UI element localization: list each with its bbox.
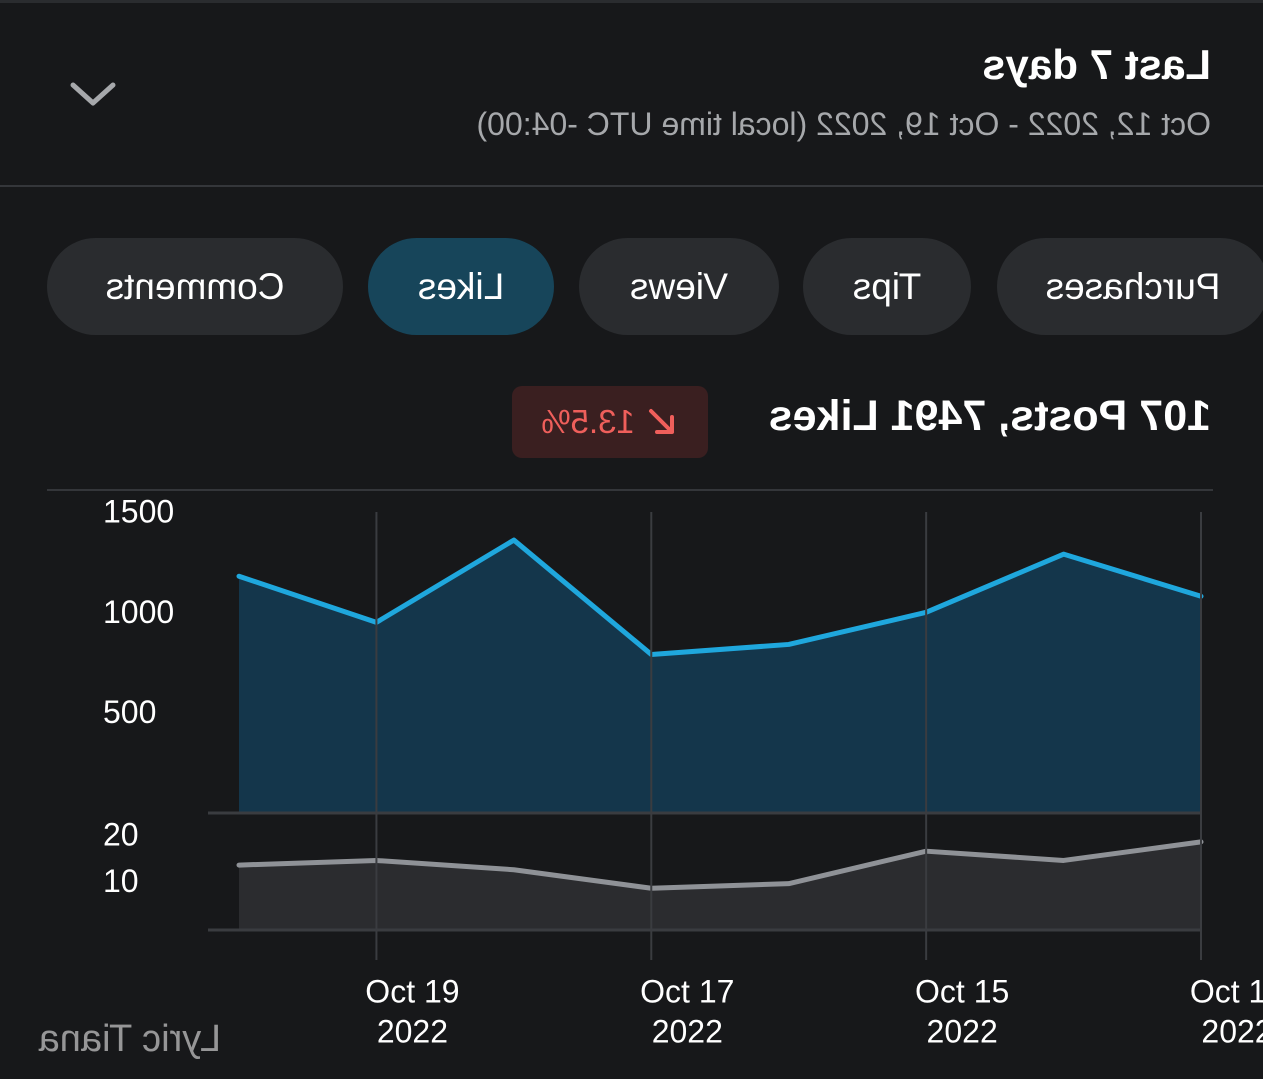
y-tick-label-group: 500 bbox=[103, 694, 156, 730]
y-tick-label-group: 20 bbox=[103, 817, 139, 853]
x-tick-label-group: Oct 13 2022 bbox=[1190, 973, 1263, 1049]
x-tick-label-date: Oct 19 bbox=[365, 973, 459, 1009]
x-tick-label-year: 2022 bbox=[1201, 1013, 1263, 1049]
y-tick-label: 1500 bbox=[103, 493, 174, 529]
y-tick-label: 10 bbox=[103, 863, 139, 899]
x-tick-label-year: 2022 bbox=[927, 1013, 998, 1049]
x-tick-label-year: 2022 bbox=[652, 1013, 723, 1049]
y-tick-label: 1000 bbox=[103, 594, 174, 630]
likes-chart: 500100015001020Oct 132022Oct 152022Oct 1… bbox=[103, 493, 1263, 1049]
y-tick-label: 20 bbox=[103, 817, 139, 853]
x-tick-label-group: Oct 17 2022 bbox=[640, 973, 734, 1049]
x-tick-label-year: 2022 bbox=[377, 1013, 448, 1049]
x-tick-label-date: Oct 15 bbox=[915, 973, 1009, 1009]
y-tick-label-group: 1000 bbox=[103, 594, 174, 630]
y-tick-label-group: 10 bbox=[103, 863, 139, 899]
likes-series-area bbox=[239, 540, 1201, 813]
y-tick-label-group: 1500 bbox=[103, 493, 174, 529]
x-tick-label-group: Oct 15 2022 bbox=[915, 973, 1009, 1049]
x-tick-label-date: Oct 13 bbox=[1190, 973, 1263, 1009]
x-tick-label-group: Oct 19 2022 bbox=[365, 973, 459, 1049]
y-tick-label: 500 bbox=[103, 694, 156, 730]
x-tick-label-date: Oct 17 bbox=[640, 973, 734, 1009]
watermark: Lyric Tiana bbox=[38, 1018, 221, 1060]
